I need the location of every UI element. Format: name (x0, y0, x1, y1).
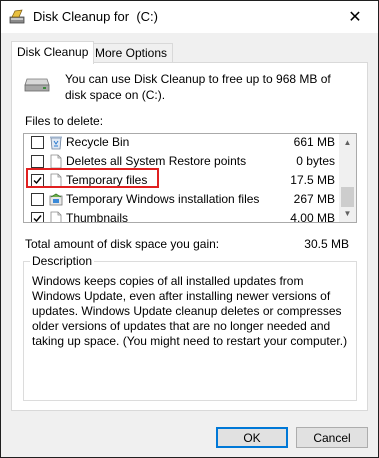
file-size: 267 MB (293, 192, 335, 206)
window-title: Disk Cleanup for (C:) (33, 9, 158, 24)
description-group: Description Windows keeps copies of all … (23, 254, 357, 401)
scroll-down-icon[interactable]: ▼ (339, 205, 356, 222)
checkbox-system-restore[interactable] (31, 155, 44, 168)
file-size: 661 MB (293, 135, 335, 149)
checkbox-thumbnails[interactable] (31, 212, 44, 222)
info-text: You can use Disk Cleanup to free up to 9… (65, 72, 331, 102)
file-name: Recycle Bin (66, 135, 130, 149)
hard-drive-icon (24, 78, 50, 92)
list-item-recycle-bin[interactable]: Recycle Bin 661 MB (24, 134, 340, 152)
list-item-temporary-files[interactable]: Temporary files 17.5 MB (24, 171, 340, 190)
disk-cleanup-window: Disk Cleanup for (C:) ✕ Disk Cleanup Mor… (0, 0, 379, 458)
description-legend: Description (30, 254, 95, 268)
windows-setup-icon (49, 193, 63, 206)
file-name: Temporary files (66, 173, 148, 187)
file-name: Temporary Windows installation files (66, 192, 260, 206)
scrollbar-thumb[interactable] (341, 187, 354, 207)
document-icon (50, 154, 62, 169)
title-bar[interactable]: Disk Cleanup for (C:) ✕ (1, 1, 378, 33)
document-icon (50, 211, 62, 222)
file-name: Deletes all System Restore points (66, 154, 247, 168)
checkbox-recycle-bin[interactable] (31, 136, 44, 149)
disk-cleanup-panel: You can use Disk Cleanup to free up to 9… (11, 62, 368, 411)
file-size: 4.00 MB (290, 211, 335, 223)
list-scrollbar[interactable]: ▲ ▼ (339, 134, 356, 222)
file-name: Thumbnails (66, 211, 129, 223)
files-list[interactable]: Recycle Bin 661 MB Deletes all System Re… (23, 133, 357, 223)
checkbox-temporary-files[interactable] (31, 174, 44, 187)
tab-more-options[interactable]: More Options (89, 43, 174, 63)
document-icon (50, 173, 62, 188)
scroll-up-icon[interactable]: ▲ (339, 134, 356, 151)
checkmark-icon (33, 177, 42, 185)
file-size: 0 bytes (296, 154, 335, 168)
close-button[interactable]: ✕ (332, 1, 378, 33)
files-to-delete-label: Files to delete: (25, 114, 104, 128)
file-size: 17.5 MB (290, 173, 335, 187)
total-space-label: Total amount of disk space you gain: (25, 237, 220, 251)
total-space-value: 30.5 MB (304, 237, 349, 251)
list-item-system-restore[interactable]: Deletes all System Restore points 0 byte… (24, 152, 340, 171)
cancel-button[interactable]: Cancel (296, 427, 368, 448)
list-item-windows-installation-files[interactable]: Temporary Windows installation files 267… (24, 190, 340, 209)
disk-cleanup-icon (9, 9, 25, 24)
checkmark-icon (33, 215, 42, 222)
description-text: Windows keeps copies of all installed up… (32, 274, 348, 348)
checkbox-windows-installation-files[interactable] (31, 193, 44, 206)
ok-button[interactable]: OK (216, 427, 288, 448)
close-icon: ✕ (348, 9, 362, 26)
list-item-thumbnails[interactable]: Thumbnails 4.00 MB (24, 209, 340, 223)
recycle-bin-icon (50, 136, 62, 150)
tab-disk-cleanup[interactable]: Disk Cleanup (11, 41, 95, 64)
